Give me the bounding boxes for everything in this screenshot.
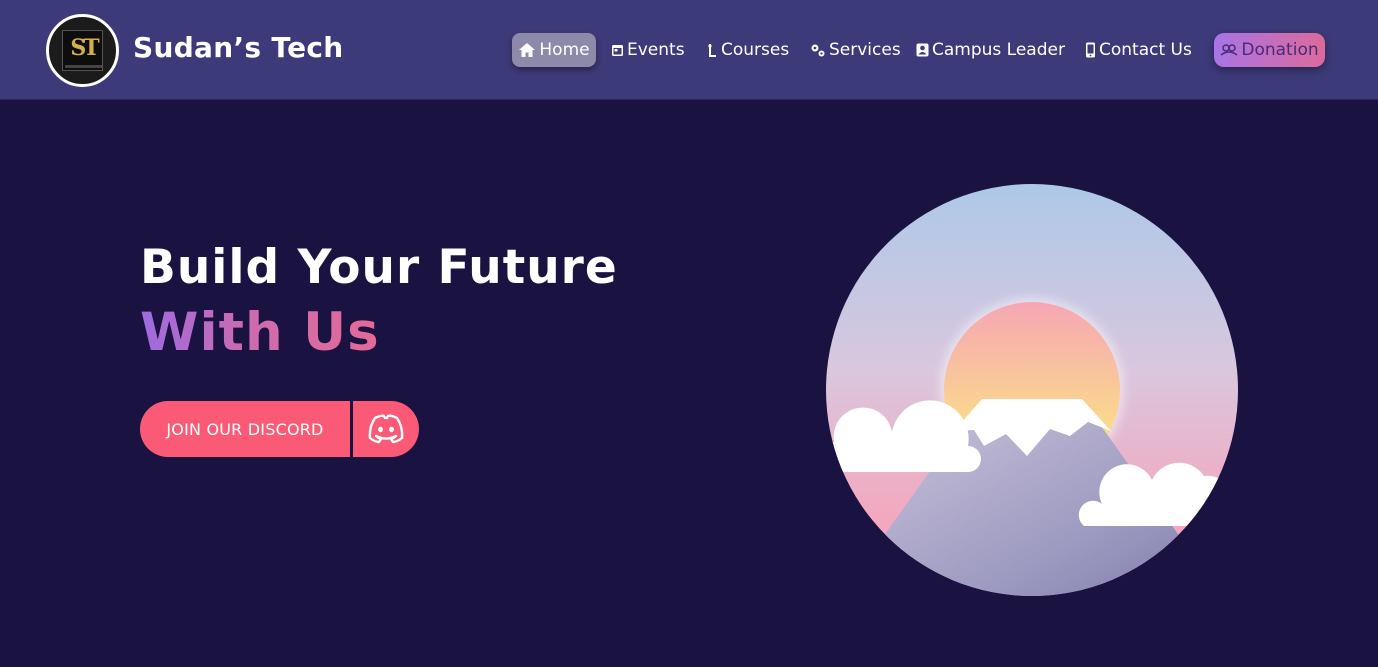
hero-subtitle: With Us <box>140 302 380 363</box>
hands-heart-icon <box>1220 44 1238 56</box>
nav-home-label: Home <box>539 40 590 60</box>
nav-campus-leader-label: Campus Leader <box>932 40 1065 60</box>
mountain-sunrise-illustration <box>826 184 1238 596</box>
calendar-icon <box>612 45 623 56</box>
logo-letters: ST <box>70 35 99 61</box>
brand-name[interactable]: Sudan’s Tech <box>133 31 344 64</box>
id-badge-icon <box>916 43 929 57</box>
nav-campus-leader[interactable]: Campus Leader <box>916 33 1065 67</box>
nav-events[interactable]: Events <box>611 33 685 67</box>
gears-icon <box>811 44 825 56</box>
donation-button[interactable]: Donation <box>1214 33 1325 67</box>
home-icon <box>519 43 536 57</box>
nav-events-label: Events <box>627 40 685 60</box>
logo-mark: ST <box>62 30 103 71</box>
mobile-icon <box>1086 42 1095 58</box>
nav-contact[interactable]: Contact Us <box>1085 33 1192 67</box>
discord-icon <box>368 414 404 444</box>
donation-label: Donation <box>1241 40 1319 60</box>
navbar: ST Sudan’s Tech Home Events Courses Serv… <box>0 0 1378 100</box>
nav-home[interactable]: Home <box>512 33 596 67</box>
nav-services-label: Services <box>829 40 901 60</box>
logo[interactable]: ST <box>46 14 119 87</box>
discord-icon-button[interactable] <box>353 401 419 457</box>
hero-title: Build Your Future <box>140 240 618 295</box>
ladder-icon <box>708 43 716 57</box>
nav-courses[interactable]: Courses <box>706 33 789 67</box>
nav-courses-label: Courses <box>721 40 790 60</box>
logo-tagline-bar <box>65 65 102 68</box>
nav-services[interactable]: Services <box>810 33 901 67</box>
nav-contact-label: Contact Us <box>1099 40 1192 60</box>
join-discord-button[interactable]: JOIN OUR DISCORD <box>140 401 350 457</box>
